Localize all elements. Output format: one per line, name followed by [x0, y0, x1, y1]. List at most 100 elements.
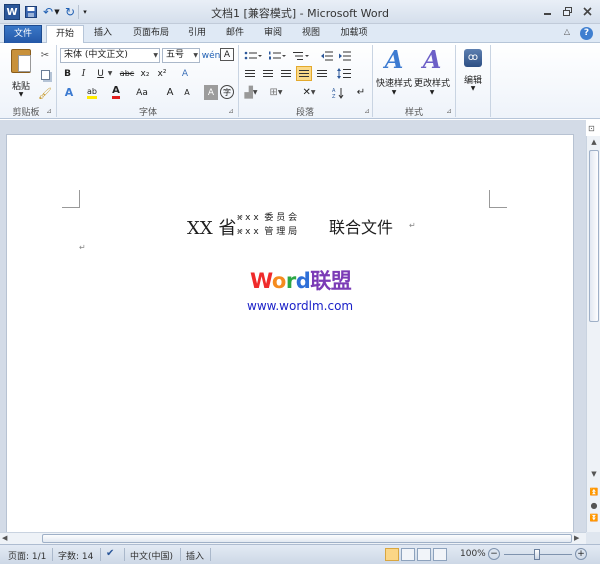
restore-button[interactable] — [558, 3, 576, 19]
group-divider — [238, 45, 239, 117]
shrink-font-button[interactable]: A — [180, 85, 194, 100]
change-styles-button[interactable]: A 更改样式 ▼ — [414, 47, 450, 103]
strikethrough-button[interactable]: abc — [118, 66, 136, 81]
scroll-up-icon[interactable]: ▲ — [589, 138, 599, 148]
chevron-down-icon: ▼ — [391, 89, 397, 96]
dialog-launcher-icon[interactable]: ⊿ — [228, 107, 236, 115]
line-spacing-button[interactable] — [336, 66, 354, 81]
sort-button[interactable]: AZ — [330, 85, 346, 100]
zoom-in-button[interactable]: + — [575, 548, 587, 560]
increase-indent-button[interactable] — [338, 48, 352, 63]
font-name-select[interactable]: 宋体 (中文正文) ▼ — [60, 48, 160, 63]
bold-button[interactable]: B — [61, 66, 74, 81]
asian-layout-icon: ✕ — [302, 87, 311, 98]
select-browse-object-icon[interactable]: ● — [589, 501, 599, 511]
tab-page-layout[interactable]: 页面布局 — [128, 25, 174, 43]
status-divider — [180, 548, 181, 561]
horizontal-scrollbar[interactable]: ◀ ▶ — [0, 532, 586, 544]
tab-insert[interactable]: 插入 — [86, 25, 120, 43]
align-right-icon — [281, 69, 291, 78]
zoom-level[interactable]: 100% — [460, 549, 486, 559]
zoom-slider-thumb[interactable] — [534, 549, 540, 560]
scroll-right-icon[interactable]: ▶ — [574, 534, 584, 544]
enclose-characters-button[interactable]: 字 — [220, 85, 234, 99]
font-color-button[interactable]: A — [108, 85, 124, 100]
outline-view-button[interactable] — [433, 548, 447, 561]
vertical-scrollbar[interactable]: ▲ ▼ ⏫ ● ⏬ — [586, 136, 600, 532]
scroll-left-icon[interactable]: ◀ — [2, 534, 12, 544]
print-layout-view-button[interactable] — [385, 548, 399, 561]
dialog-launcher-icon[interactable]: ⊿ — [364, 107, 372, 115]
chevron-down-icon[interactable]: ▼ — [107, 66, 113, 81]
font-size-select[interactable]: 五号 ▼ — [162, 48, 200, 63]
multilevel-list-button[interactable] — [290, 48, 312, 63]
paragraph-mark: ↵ — [237, 227, 244, 236]
underline-button[interactable]: U — [94, 66, 107, 81]
full-screen-reading-view-button[interactable] — [401, 548, 415, 561]
tab-home[interactable]: 开始 — [46, 25, 84, 44]
align-center-button[interactable] — [260, 66, 276, 81]
copy-icon[interactable] — [38, 67, 52, 82]
paragraph-shading-button[interactable]: ▟ ▼ — [242, 85, 260, 100]
italic-button[interactable]: I — [77, 66, 90, 81]
dialog-launcher-icon[interactable]: ⊿ — [446, 107, 454, 115]
paste-icon — [11, 49, 31, 73]
decrease-indent-button[interactable] — [320, 48, 334, 63]
cut-icon[interactable]: ✂ — [38, 48, 52, 63]
subscript-button[interactable]: x₂ — [138, 66, 152, 81]
dialog-launcher-icon[interactable]: ⊿ — [46, 107, 54, 115]
align-right-button[interactable] — [278, 66, 294, 81]
status-word-count[interactable]: 字数: 14 — [58, 549, 93, 562]
status-page-count[interactable]: 页面: 1/1 — [8, 549, 46, 562]
help-icon[interactable]: ? — [580, 27, 593, 40]
scroll-down-icon[interactable]: ▼ — [589, 470, 599, 480]
next-page-icon[interactable]: ⏬ — [589, 514, 599, 524]
vertical-scroll-thumb[interactable] — [589, 150, 599, 322]
phonetic-guide-button[interactable]: wén — [202, 48, 221, 63]
horizontal-scroll-thumb[interactable] — [42, 534, 572, 543]
proofing-icon[interactable]: ✔ — [106, 548, 114, 559]
tab-review[interactable]: 审阅 — [258, 25, 288, 43]
tab-mailings[interactable]: 邮件 — [220, 25, 250, 43]
editing-button[interactable]: ꝏ 编辑 ▼ — [460, 47, 486, 97]
highlight-label: ab — [87, 87, 97, 99]
show-formatting-marks-button[interactable]: ↵ — [354, 85, 368, 100]
bullets-button[interactable] — [242, 48, 264, 63]
tab-addins[interactable]: 加载项 — [334, 25, 374, 43]
tab-view[interactable]: 视图 — [296, 25, 326, 43]
distributed-align-icon — [317, 69, 327, 78]
minimize-icon — [543, 12, 551, 15]
superscript-button[interactable]: x² — [155, 66, 169, 81]
zoom-out-button[interactable]: − — [488, 548, 500, 560]
quick-styles-button[interactable]: A 快速样式 ▼ — [376, 47, 412, 103]
minimize-button[interactable] — [538, 3, 556, 19]
grow-font-button[interactable]: A — [163, 85, 177, 100]
close-button[interactable] — [578, 3, 596, 19]
clear-formatting-button[interactable]: A — [178, 66, 192, 81]
justify-button[interactable] — [296, 66, 312, 81]
numbering-button[interactable] — [266, 48, 288, 63]
tab-file[interactable]: 文件 — [4, 25, 42, 43]
paste-button[interactable]: 粘贴 ▼ — [8, 47, 34, 101]
combined-characters-block: x x x 委 员 会 x x x 管 理 局 — [237, 211, 329, 239]
status-insert-mode[interactable]: 插入 — [186, 549, 204, 562]
change-styles-icon: A — [422, 45, 442, 74]
asian-layout-button[interactable]: ✕ ▼ — [298, 85, 320, 100]
character-border-button[interactable]: A — [220, 48, 234, 61]
character-shading-button[interactable]: A — [204, 85, 218, 100]
change-case-button[interactable]: Aa — [132, 85, 152, 100]
status-language[interactable]: 中文(中国) — [130, 549, 173, 562]
distributed-align-button[interactable] — [314, 66, 330, 81]
collapse-ribbon-icon[interactable]: △ — [561, 27, 573, 39]
document-page[interactable]: XX 省 x x x 委 员 会 x x x 管 理 局 联合文件 ↵ ↵ ↵ … — [6, 134, 574, 532]
view-ruler-icon[interactable]: ⊡ — [588, 124, 598, 134]
borders-button[interactable]: ⊞ ▼ — [266, 85, 286, 100]
web-layout-view-button[interactable] — [417, 548, 431, 561]
highlight-color-button[interactable]: ab — [84, 85, 100, 100]
previous-page-icon[interactable]: ⏫ — [589, 488, 599, 498]
tab-references[interactable]: 引用 — [182, 25, 212, 43]
format-painter-icon[interactable]: 🖌 — [38, 86, 52, 101]
text-effects-button[interactable]: A — [61, 85, 77, 100]
group-label-styles: 样式 — [404, 108, 423, 118]
align-left-button[interactable] — [242, 66, 258, 81]
